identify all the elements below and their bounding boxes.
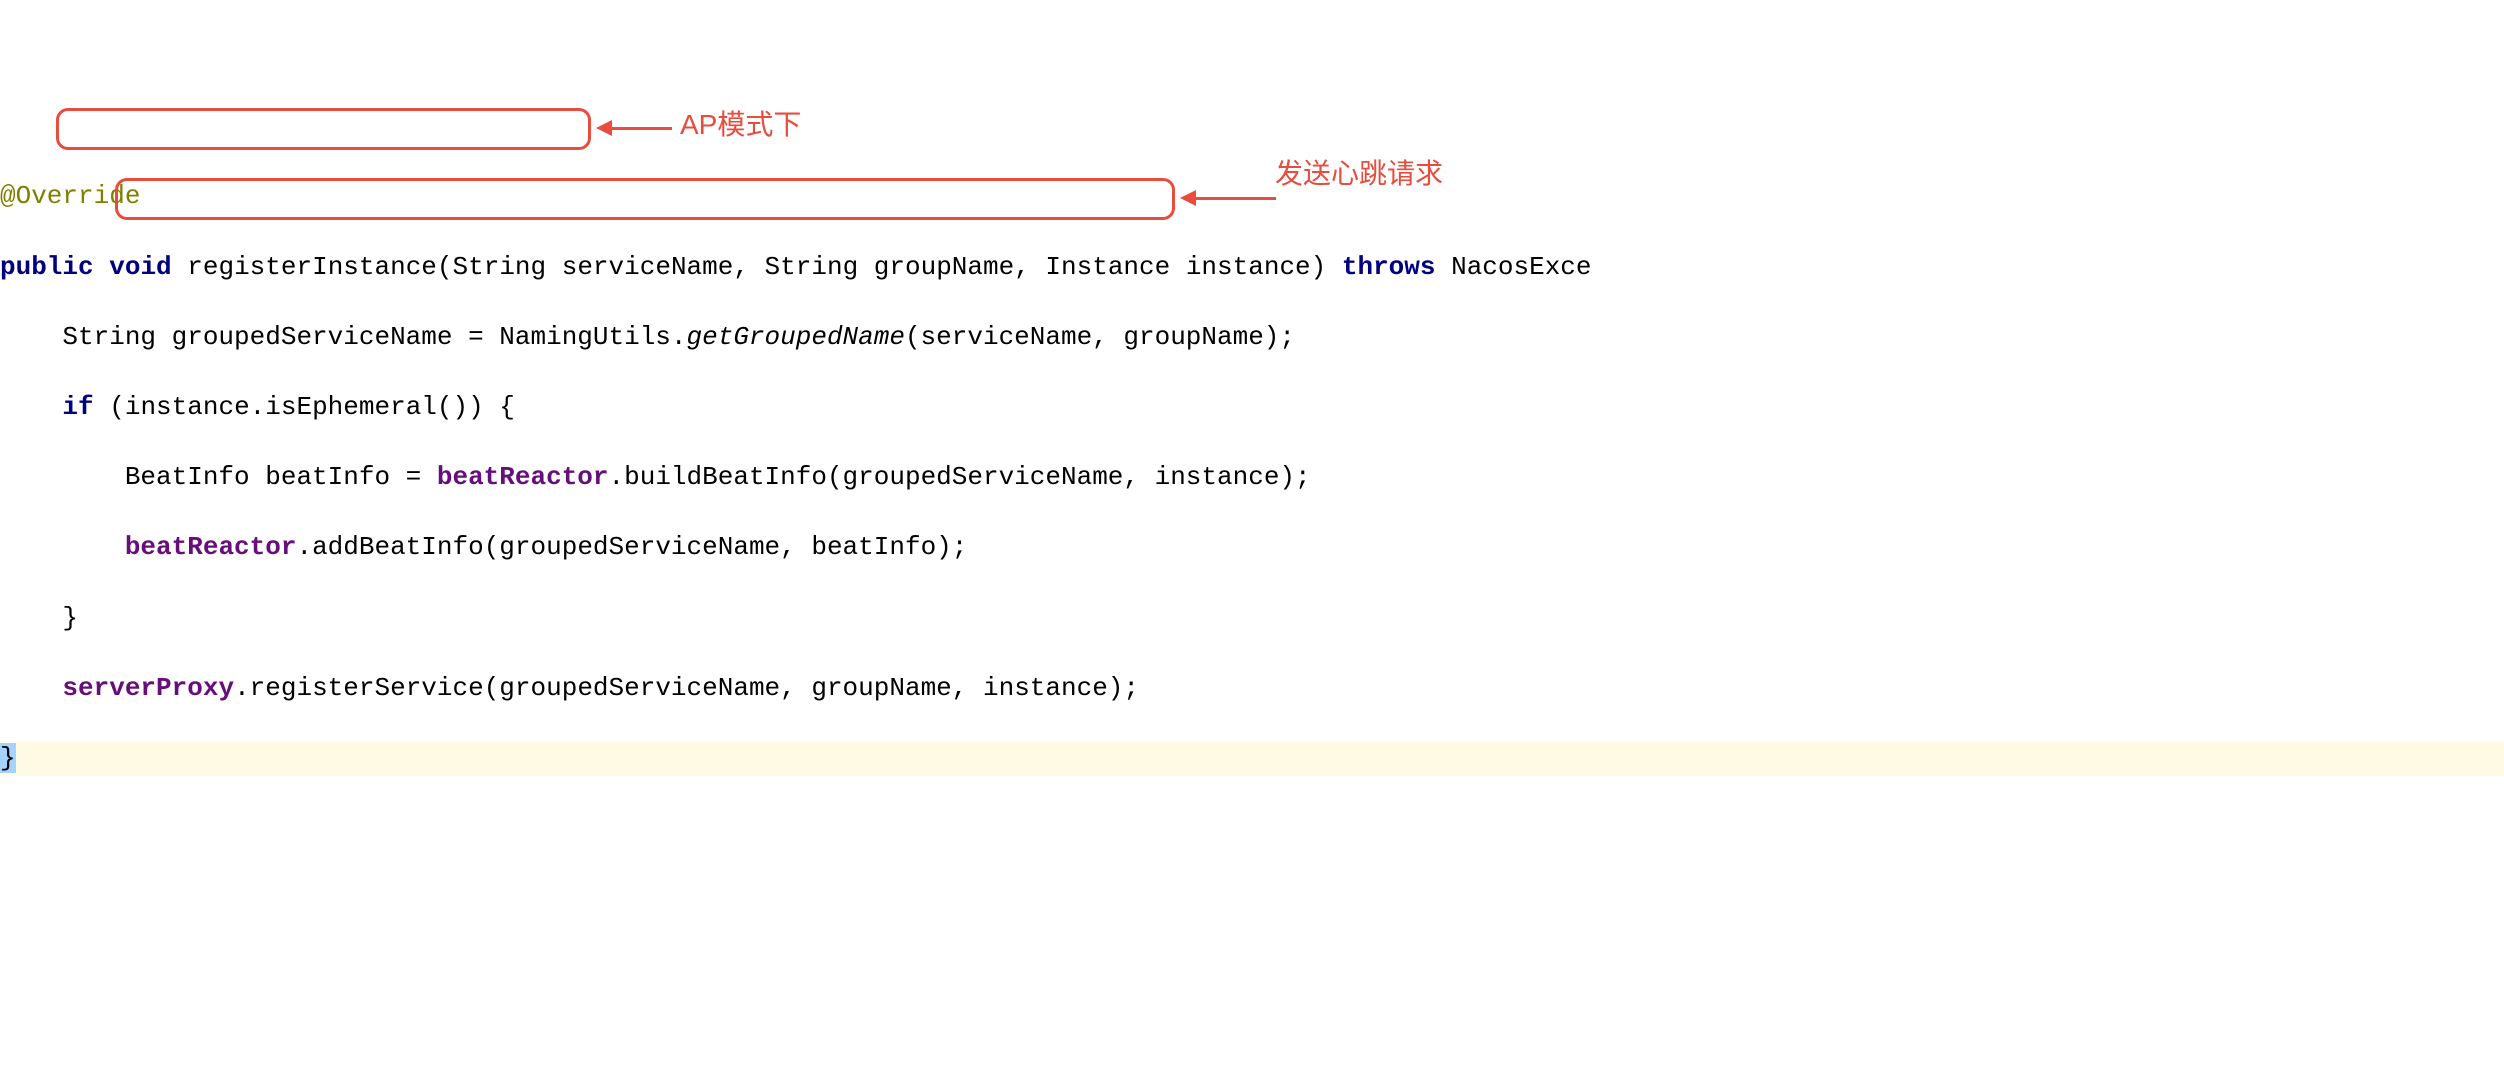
if-condition: (instance.isEphemeral()) { bbox=[94, 392, 515, 422]
code-text: .registerService(groupedServiceName, gro… bbox=[234, 673, 1139, 703]
field-beatreactor: beatReactor bbox=[437, 462, 609, 492]
indent bbox=[0, 532, 125, 562]
annotation-override: @Override bbox=[0, 181, 140, 211]
code-editor[interactable]: @Override public void registerInstance(S… bbox=[0, 144, 2504, 776]
field-serverproxy: serverProxy bbox=[62, 673, 234, 703]
code-line-2: public void registerInstance(String serv… bbox=[0, 250, 2504, 285]
code-text: .addBeatInfo(groupedServiceName, beatInf… bbox=[296, 532, 967, 562]
code-line-8: serverProxy.registerService(groupedServi… bbox=[0, 671, 2504, 706]
closing-brace-selected: } bbox=[0, 743, 16, 773]
code-text: .buildBeatInfo(groupedServiceName, insta… bbox=[609, 462, 1311, 492]
code-text: (serviceName, groupName); bbox=[905, 322, 1295, 352]
method-signature: registerInstance(String serviceName, Str… bbox=[187, 252, 1342, 282]
code-line-4: if (instance.isEphemeral()) { bbox=[0, 390, 2504, 425]
indent bbox=[0, 392, 62, 422]
indent bbox=[0, 673, 62, 703]
arrow-ap-mode bbox=[596, 120, 672, 136]
arrow-head-icon bbox=[596, 120, 612, 136]
keyword-throws: throws bbox=[1342, 252, 1436, 282]
code-line-9: } bbox=[0, 741, 2504, 776]
static-method-call: getGroupedName bbox=[687, 322, 905, 352]
code-line-1: @Override bbox=[0, 179, 2504, 214]
arrow-line bbox=[612, 127, 672, 130]
keyword-void: void bbox=[109, 252, 171, 282]
code-line-3: String groupedServiceName = NamingUtils.… bbox=[0, 320, 2504, 355]
code-line-6: beatReactor.addBeatInfo(groupedServiceNa… bbox=[0, 530, 2504, 565]
closing-brace: } bbox=[0, 603, 78, 633]
code-line-7: } bbox=[0, 601, 2504, 636]
keyword-if: if bbox=[62, 392, 93, 422]
keyword-public: public bbox=[0, 252, 94, 282]
code-text: String groupedServiceName = NamingUtils. bbox=[0, 322, 687, 352]
code-text: BeatInfo beatInfo = bbox=[0, 462, 437, 492]
code-line-5: BeatInfo beatInfo = beatReactor.buildBea… bbox=[0, 460, 2504, 495]
annotation-ap-mode: AP模式下 bbox=[680, 106, 801, 144]
exception-type: NacosExce bbox=[1435, 252, 1591, 282]
field-beatreactor: beatReactor bbox=[125, 532, 297, 562]
